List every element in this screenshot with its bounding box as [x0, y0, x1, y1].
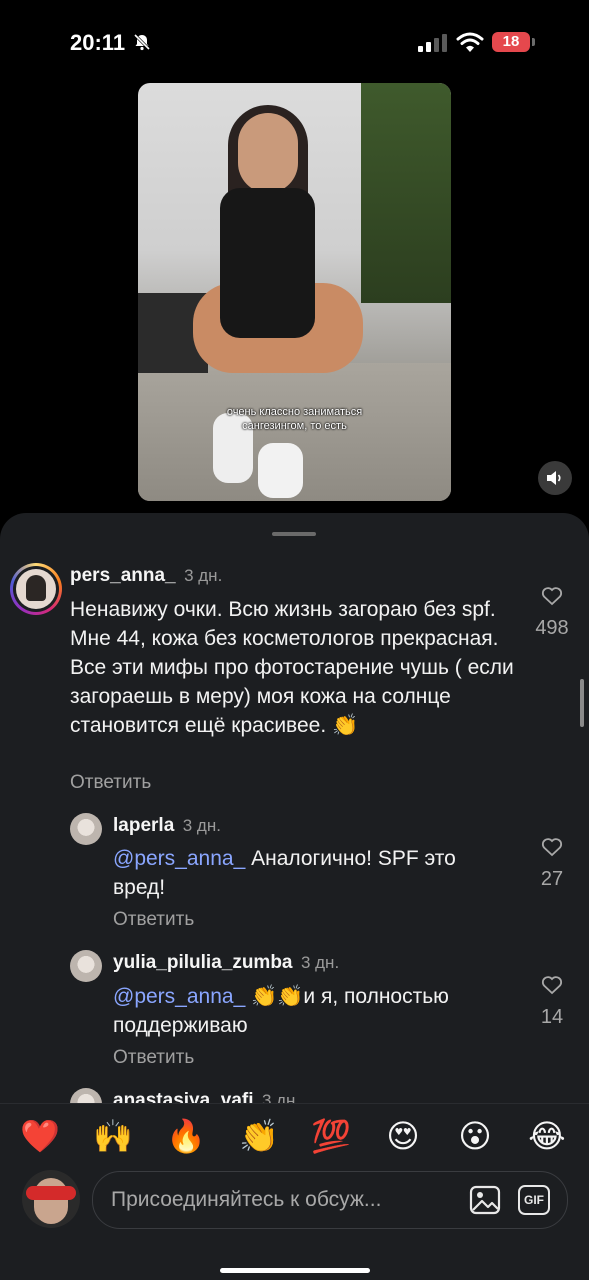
sheet-drag-handle[interactable]	[272, 532, 316, 536]
mention-link[interactable]: @pers_anna_	[113, 847, 245, 870]
comment-time: 3 дн.	[184, 566, 223, 585]
video-shoe	[258, 443, 303, 498]
video-plants	[361, 83, 451, 303]
battery-tip	[532, 38, 535, 46]
comment-composer: GIF	[0, 1167, 589, 1280]
avatar[interactable]	[70, 950, 102, 982]
wifi-icon	[456, 32, 484, 52]
emoji-clap-button[interactable]: 👏	[237, 1116, 281, 1156]
like-button[interactable]: 14	[527, 975, 577, 1029]
comment-username[interactable]: laperla	[113, 815, 174, 836]
status-time: 20:11	[70, 30, 126, 55]
emoji-laughing-button[interactable]: 😂	[525, 1116, 569, 1156]
video-person-head	[238, 113, 298, 193]
emoji-heart-eyes-button[interactable]: 😍	[381, 1116, 425, 1156]
emoji-raised-hands-button[interactable]: 🙌	[91, 1116, 135, 1156]
comment-username[interactable]: pers_anna_	[70, 565, 176, 586]
emoji-reaction-bar: ❤️ 🙌 🔥 👏 💯 😍 😮 😂	[0, 1103, 589, 1168]
like-button[interactable]: 27	[527, 837, 577, 891]
comment-username[interactable]: yulia_pilulia_zumba	[113, 952, 293, 973]
heart-icon	[541, 838, 563, 857]
comment-text: @pers_anna_ Аналогично! SPF это вред!	[113, 844, 513, 902]
video-subtitle: очень классно заниматься	[226, 406, 363, 418]
video-player[interactable]: очень классно заниматься сангезингом, то…	[138, 83, 451, 501]
video-person-body	[220, 188, 315, 338]
comment-time: 3 дн.	[300, 953, 340, 972]
video-subtitle: сангезингом, то есть	[242, 420, 347, 432]
heart-icon	[541, 587, 563, 606]
scrollbar[interactable]	[580, 679, 584, 727]
comment-header: yulia_pilulia_zumba 3 дн.	[113, 952, 533, 974]
cellular-signal-icon	[418, 34, 447, 52]
like-count: 14	[540, 1006, 564, 1028]
emoji-fire-button[interactable]: 🔥	[164, 1116, 208, 1156]
heart-icon	[541, 976, 563, 995]
comment-text: @pers_anna_ 👏👏и я, полностью поддерживаю	[113, 982, 513, 1040]
comment-time: 3 дн.	[182, 816, 221, 835]
reply-button[interactable]: Ответить	[113, 909, 194, 931]
image-attach-icon[interactable]	[469, 1185, 501, 1215]
like-count: 498	[535, 617, 569, 639]
comment-header: pers_anna_ 3 дн.	[70, 565, 520, 587]
sound-toggle-button[interactable]	[538, 461, 572, 495]
gif-button[interactable]: GIF	[518, 1185, 550, 1215]
my-avatar	[22, 1170, 80, 1228]
emoji-hundred-button[interactable]: 💯	[309, 1116, 353, 1156]
battery-level: 18	[492, 32, 530, 52]
status-bar: 20:11 18	[0, 0, 589, 80]
mention-link[interactable]: @pers_anna_	[113, 985, 245, 1008]
comment-input[interactable]	[109, 1184, 463, 1216]
speaker-icon	[547, 471, 561, 485]
avatar[interactable]	[70, 813, 102, 845]
home-indicator[interactable]	[220, 1268, 370, 1273]
avatar[interactable]	[10, 563, 62, 615]
reply-button[interactable]: Ответить	[70, 772, 151, 794]
like-count: 27	[540, 868, 564, 890]
reply-button[interactable]: Ответить	[113, 1047, 194, 1069]
emoji-surprised-button[interactable]: 😮	[453, 1116, 497, 1156]
like-button[interactable]: 498	[527, 586, 577, 640]
comment-text: Ненавижу очки. Всю жизнь загораю без spf…	[70, 598, 514, 737]
comment-input-box[interactable]: GIF	[92, 1171, 568, 1229]
bell-muted-icon	[133, 33, 151, 51]
emoji-heart-button[interactable]: ❤️	[18, 1116, 62, 1156]
comment-header: laperla 3 дн.	[113, 815, 513, 837]
